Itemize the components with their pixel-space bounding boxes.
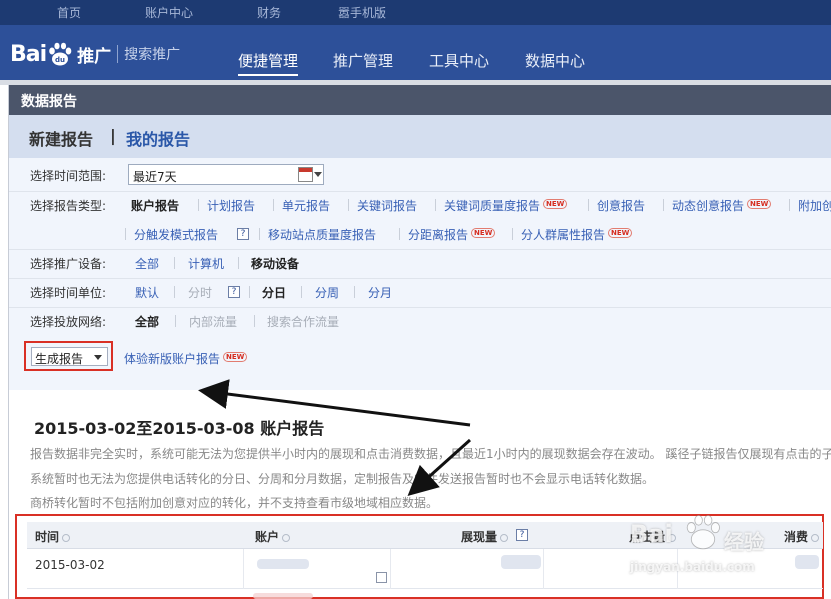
watermark-brand: Bai	[630, 520, 673, 548]
paw-icon	[684, 514, 722, 553]
baidu-jingyan-watermark: Bai 经验 jingyan.baidu.com	[624, 510, 784, 592]
arrow-to-generate	[198, 379, 471, 427]
watermark-brand-suffix: 经验	[724, 530, 764, 554]
watermark-url: jingyan.baidu.com	[630, 560, 755, 574]
arrow-to-table	[407, 438, 472, 497]
